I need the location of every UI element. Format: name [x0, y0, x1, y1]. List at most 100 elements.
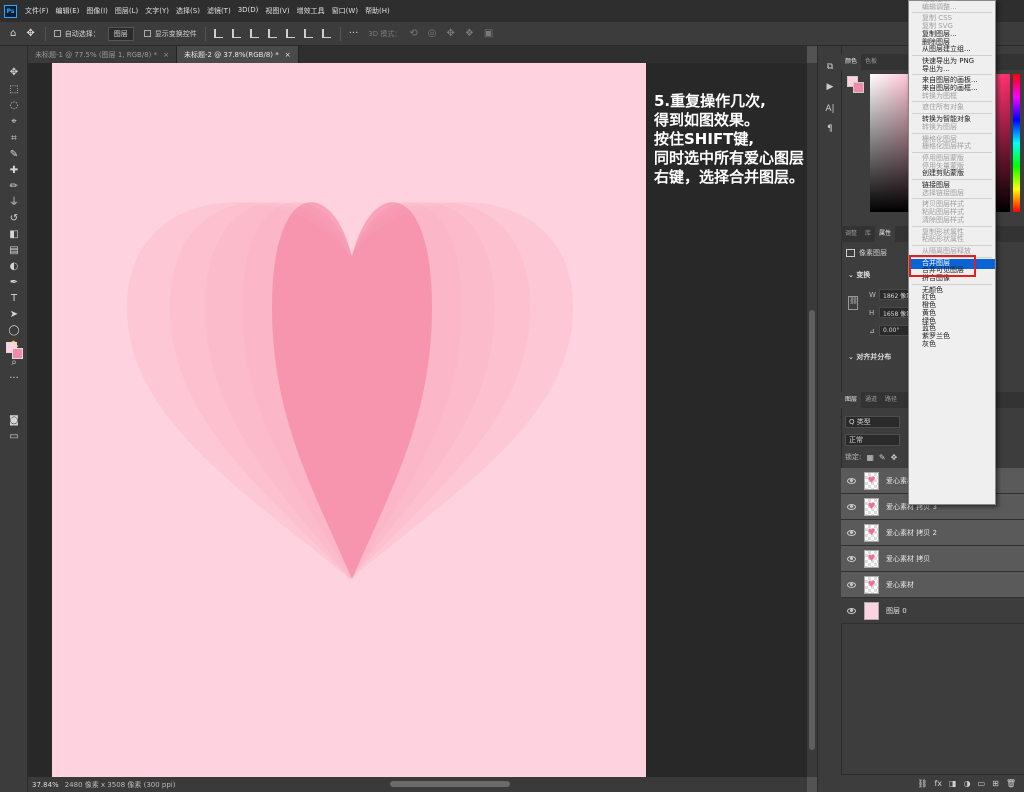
adjustment-icon[interactable]: ◑ [964, 779, 971, 788]
3d-roll-icon[interactable]: ◎ [428, 28, 437, 39]
auto-select-checkbox[interactable] [53, 30, 61, 37]
shape-tool-icon[interactable]: ◯ [7, 324, 21, 338]
lock-pixels-icon[interactable]: ✎ [879, 453, 886, 462]
layer-row[interactable]: ♥ 爱心素材 拷贝 [841, 546, 1024, 572]
quick-mask-icon[interactable]: ◙ [7, 414, 21, 428]
menu-item[interactable]: 文字(Y) [145, 6, 169, 16]
align-bottom-icon[interactable] [303, 29, 313, 38]
3d-rotate-icon[interactable]: ⟲ [409, 28, 417, 39]
layer-row[interactable]: ♥ 爱心素材 [841, 572, 1024, 598]
brush-tool-icon[interactable]: ✏ [7, 180, 21, 194]
menu-item[interactable]: 增效工具 [297, 6, 325, 16]
healing-tool-icon[interactable]: ✚ [7, 164, 21, 178]
tab-document-2[interactable]: 未标题-2 @ 37.8%(RGB/8) * × [177, 46, 299, 63]
menu-item[interactable]: 视图(V) [265, 6, 289, 16]
lasso-tool-icon[interactable]: ◌ [7, 99, 21, 113]
dodge-tool-icon[interactable]: ◐ [7, 260, 21, 274]
crop-tool-icon[interactable]: ⌗ [7, 132, 21, 146]
context-menu-item[interactable]: 从图层建立组... [922, 45, 971, 54]
vertical-scroll-thumb[interactable] [809, 310, 815, 750]
menu-item[interactable]: 帮助(H) [365, 6, 390, 16]
3d-scale-icon[interactable]: ▣ [484, 28, 493, 39]
menu-item[interactable]: 窗口(W) [332, 6, 358, 16]
horizontal-scroll-thumb[interactable] [390, 781, 510, 787]
align-center-h-icon[interactable] [231, 29, 241, 38]
quick-select-tool-icon[interactable]: ⌖ [7, 115, 21, 129]
link-dimensions-icon[interactable]: ⛓ [848, 296, 858, 310]
3d-pan-icon[interactable]: ✥ [447, 28, 455, 39]
visibility-eye-icon[interactable] [847, 555, 856, 562]
layer-row[interactable]: ♥ 爱心素材 拷贝 2 [841, 520, 1024, 546]
history-icon[interactable]: ⧉ [824, 62, 836, 74]
blend-mode-dropdown[interactable]: 正常 [845, 434, 900, 446]
trash-icon[interactable]: 🗑 [1006, 779, 1016, 788]
lock-transparency-icon[interactable]: ▦ [866, 453, 874, 462]
move-tool-icon[interactable]: ✥ [26, 28, 34, 39]
tab-document-1[interactable]: 未标题-1 @ 77.5% (图层 1, RGB/8) * × [28, 46, 177, 63]
close-icon[interactable]: × [285, 51, 291, 59]
context-menu-item[interactable]: 导出为... [922, 65, 950, 74]
show-transform-checkbox[interactable] [143, 30, 151, 37]
screen-mode-icon[interactable]: ▭ [7, 430, 21, 444]
hue-slider[interactable] [1013, 74, 1020, 212]
context-menu-item[interactable]: 灰色 [922, 340, 936, 349]
visibility-eye-icon[interactable] [847, 581, 856, 588]
mask-icon[interactable]: ◨ [949, 779, 957, 788]
menu-item[interactable]: 文件(F) [25, 6, 49, 16]
visibility-eye-icon[interactable] [847, 529, 856, 536]
lock-position-icon[interactable]: ✥ [891, 453, 898, 462]
pen-tool-icon[interactable]: ✒ [7, 276, 21, 290]
tab-adjustments[interactable]: 调整 [841, 226, 861, 242]
home-icon[interactable]: ⌂ [10, 28, 16, 39]
menu-item[interactable]: 图层(L) [115, 6, 138, 16]
eraser-tool-icon[interactable]: ◧ [7, 228, 21, 242]
move-tool-icon[interactable]: ✥ [7, 66, 21, 80]
color-panel-background[interactable] [853, 82, 864, 93]
distribute-icon[interactable] [321, 29, 331, 38]
more-tools-icon[interactable]: ··· [7, 372, 21, 386]
menu-item[interactable]: 滤镜(T) [207, 6, 231, 16]
actions-icon[interactable]: ▶ [824, 82, 836, 94]
paragraph-icon[interactable]: ¶ [824, 124, 836, 136]
visibility-eye-icon[interactable] [847, 607, 856, 614]
marquee-tool-icon[interactable]: ⬚ [7, 83, 21, 97]
folder-icon[interactable]: ▭ [978, 779, 986, 788]
visibility-eye-icon[interactable] [847, 503, 856, 510]
layer-filter-dropdown[interactable]: Q 类型 [845, 416, 900, 428]
menu-item[interactable]: 图像(I) [86, 6, 108, 16]
tab-color[interactable]: 颜色 [841, 54, 862, 70]
angle-field[interactable]: 0.00° [879, 325, 909, 336]
tab-paths[interactable]: 路径 [881, 392, 901, 408]
fx-icon[interactable]: fx [934, 779, 942, 788]
context-menu-item[interactable]: 创建剪贴蒙版 [922, 169, 964, 178]
stamp-tool-icon[interactable]: ⏚ [7, 196, 21, 210]
align-middle-icon[interactable] [285, 29, 295, 38]
character-icon[interactable]: A| [824, 104, 836, 116]
layer-row[interactable]: 图层 0 [841, 598, 1024, 624]
align-section-title[interactable]: ⌄ 对齐并分布 [848, 352, 891, 362]
heart-artwork[interactable] [52, 63, 646, 777]
menu-item[interactable]: 选择(S) [176, 6, 200, 16]
new-layer-icon[interactable]: ⊞ [992, 779, 999, 788]
tab-properties[interactable]: 属性 [875, 226, 896, 242]
visibility-eye-icon[interactable] [847, 477, 856, 484]
tab-libraries[interactable]: 库 [861, 226, 875, 242]
align-left-icon[interactable] [213, 29, 223, 38]
tab-swatches[interactable]: 色板 [861, 54, 881, 70]
path-select-tool-icon[interactable]: ➤ [7, 308, 21, 322]
close-icon[interactable]: × [163, 51, 169, 59]
align-right-icon[interactable] [249, 29, 259, 38]
menu-item[interactable]: 3D(D) [238, 6, 259, 16]
transform-section-title[interactable]: ⌄ 变换 [848, 270, 870, 280]
type-tool-icon[interactable]: T [7, 292, 21, 306]
gradient-tool-icon[interactable]: ▤ [7, 244, 21, 258]
eyedropper-tool-icon[interactable]: ✎ [7, 148, 21, 162]
background-color-swatch[interactable] [12, 348, 23, 359]
tab-layers[interactable]: 图层 [841, 392, 862, 408]
3d-slide-icon[interactable]: ❖ [465, 28, 474, 39]
menu-item[interactable]: 编辑(E) [56, 6, 80, 16]
auto-select-dropdown[interactable]: 图层 [107, 26, 134, 41]
link-icon[interactable]: ⛓ [917, 779, 927, 788]
history-brush-icon[interactable]: ↺ [7, 212, 21, 226]
align-top-icon[interactable] [267, 29, 277, 38]
